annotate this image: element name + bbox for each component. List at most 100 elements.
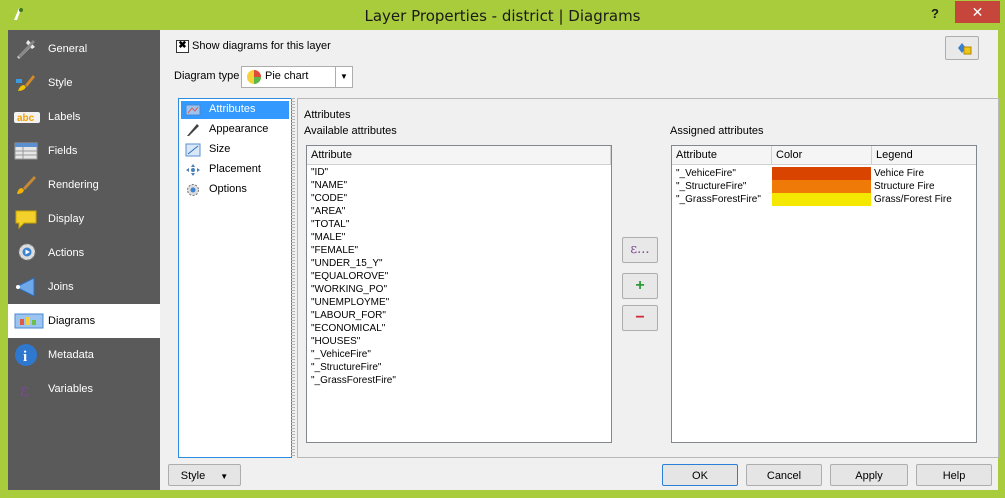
speech-bubble-icon xyxy=(14,207,38,231)
diagram-type-select[interactable]: Pie chart ▼ xyxy=(241,66,353,88)
diagram-icon xyxy=(14,309,44,333)
style-dropdown-button[interactable]: Style ▼ xyxy=(168,464,241,486)
list-item[interactable]: "_GrassForestFire" xyxy=(311,374,396,387)
sidebar-item-general[interactable]: General xyxy=(8,32,160,66)
list-item[interactable]: "UNEMPLOYME" xyxy=(311,296,389,309)
add-attribute-button[interactable]: + xyxy=(622,273,658,299)
legend-column-header[interactable]: Legend xyxy=(872,146,976,164)
cancel-button[interactable]: Cancel xyxy=(746,464,822,486)
tab-appearance[interactable]: Appearance xyxy=(181,121,289,139)
expression-button[interactable]: ε... xyxy=(622,237,658,263)
sidebar-item-joins[interactable]: Joins xyxy=(8,270,160,304)
list-item[interactable]: "_VehiceFire" xyxy=(311,348,371,361)
title-help-button[interactable]: ? xyxy=(920,4,950,24)
sidebar-item-label: Actions xyxy=(48,247,85,259)
abc-label-icon: abc xyxy=(14,105,40,129)
attribute-cell: "_GrassForestFire" xyxy=(676,194,761,205)
list-item[interactable]: "ECONOMICAL" xyxy=(311,322,385,335)
show-diagrams-label[interactable]: Show diagrams for this layer xyxy=(192,40,331,52)
list-item[interactable]: "CODE" xyxy=(311,192,347,205)
list-item[interactable]: "_StructureFire" xyxy=(311,361,381,374)
diagram-settings-button[interactable] xyxy=(945,36,979,60)
tab-options[interactable]: Options xyxy=(181,181,289,199)
sidebar-item-label: Labels xyxy=(48,111,81,123)
table-row[interactable]: "_GrassForestFire" Grass/Forest Fire xyxy=(672,193,974,206)
sidebar-item-label: Rendering xyxy=(48,179,99,191)
sidebar-item-variables[interactable]: ε Variables xyxy=(8,372,160,406)
sidebar-item-label: Fields xyxy=(48,145,78,157)
remove-attribute-button[interactable]: − xyxy=(622,305,658,331)
tab-attributes[interactable]: Attributes xyxy=(181,101,289,119)
tab-placement[interactable]: Placement xyxy=(181,161,289,179)
ok-button[interactable]: OK xyxy=(662,464,738,486)
list-item[interactable]: "MALE" xyxy=(311,231,345,244)
assigned-attributes-title: Assigned attributes xyxy=(670,125,764,137)
sidebar-item-diagrams[interactable]: Diagrams xyxy=(8,304,160,338)
attribute-column-header[interactable]: Attribute xyxy=(672,146,772,164)
tab-label: Options xyxy=(209,183,247,195)
assigned-attributes-table[interactable]: Attribute Color Legend "_VehiceFire" Veh… xyxy=(671,145,977,443)
table-icon xyxy=(14,139,38,163)
sidebar-item-fields[interactable]: Fields xyxy=(8,134,160,168)
list-header: Attribute xyxy=(307,146,611,165)
tab-label: Attributes xyxy=(209,103,256,115)
list-item[interactable]: "UNDER_15_Y" xyxy=(311,257,383,270)
list-item[interactable]: "AREA" xyxy=(311,205,345,218)
options-icon xyxy=(185,183,201,197)
available-attributes-title: Available attributes xyxy=(304,125,397,137)
list-item[interactable]: "EQUALOROVE" xyxy=(311,270,388,283)
pen-icon xyxy=(185,123,201,137)
close-button[interactable]: ✕ xyxy=(955,1,1000,23)
title-bar[interactable]: Layer Properties - district | Diagrams ?… xyxy=(0,0,1005,30)
legend-cell[interactable]: Structure Fire xyxy=(874,180,935,193)
list-item[interactable]: "HOUSES" xyxy=(311,335,360,348)
sidebar-item-label: Variables xyxy=(48,383,94,395)
list-item[interactable]: "FEMALE" xyxy=(311,244,358,257)
sidebar-item-labels[interactable]: abc Labels xyxy=(8,100,160,134)
svg-text:i: i xyxy=(23,349,27,365)
sidebar-item-style[interactable]: Style xyxy=(8,66,160,100)
svg-text:ε: ε xyxy=(20,380,29,401)
sidebar-item-label: General xyxy=(48,43,88,55)
show-diagrams-checkbox[interactable]: ✖ xyxy=(176,40,189,53)
help-button[interactable]: Help xyxy=(916,464,992,486)
sidebar-item-metadata[interactable]: i Metadata xyxy=(8,338,160,372)
tab-size[interactable]: Size xyxy=(181,141,289,159)
paintbrush-icon xyxy=(14,173,38,197)
attribute-cell: "_StructureFire" xyxy=(676,181,747,192)
color-swatch[interactable] xyxy=(772,193,871,206)
sidebar-item-label: Joins xyxy=(48,281,74,293)
available-attributes-list[interactable]: Attribute "ID" "NAME" "CODE" "AREA" "TOT… xyxy=(306,145,612,443)
table-row[interactable]: "_StructureFire" Structure Fire xyxy=(672,180,974,193)
sidebar-item-label: Display xyxy=(48,213,85,225)
attribute-column-header[interactable]: Attribute xyxy=(307,146,611,164)
wrench-icon xyxy=(14,37,38,61)
attribute-cell: "_VehiceFire" xyxy=(676,168,736,179)
brush-icon xyxy=(14,71,38,95)
legend-cell[interactable]: Vehice Fire xyxy=(874,167,924,180)
list-item[interactable]: "WORKING_PO" xyxy=(311,283,387,296)
tab-label: Appearance xyxy=(209,123,269,135)
chevron-down-icon: ▼ xyxy=(220,472,229,481)
color-swatch[interactable] xyxy=(772,167,871,180)
sidebar-item-display[interactable]: Display xyxy=(8,202,160,236)
list-item[interactable]: "ID" xyxy=(311,166,328,179)
splitter-handle[interactable] xyxy=(291,98,295,456)
list-item[interactable]: "TOTAL" xyxy=(311,218,349,231)
table-row[interactable]: "_VehiceFire" Vehice Fire xyxy=(672,167,974,180)
list-item[interactable]: "LABOUR_FOR" xyxy=(311,309,386,322)
chevron-down-icon[interactable]: ▼ xyxy=(335,67,352,87)
color-column-header[interactable]: Color xyxy=(772,146,872,164)
info-icon: i xyxy=(14,343,38,367)
join-arrow-icon xyxy=(14,275,38,299)
sidebar-item-label: Style xyxy=(48,77,73,89)
gear-run-icon xyxy=(14,241,38,265)
legend-cell[interactable]: Grass/Forest Fire xyxy=(874,193,952,206)
apply-button[interactable]: Apply xyxy=(830,464,908,486)
style-button-label: Style xyxy=(180,470,206,482)
sidebar-item-rendering[interactable]: Rendering xyxy=(8,168,160,202)
size-icon xyxy=(185,143,201,157)
list-item[interactable]: "NAME" xyxy=(311,179,347,192)
color-swatch[interactable] xyxy=(772,180,871,193)
sidebar-item-actions[interactable]: Actions xyxy=(8,236,160,270)
